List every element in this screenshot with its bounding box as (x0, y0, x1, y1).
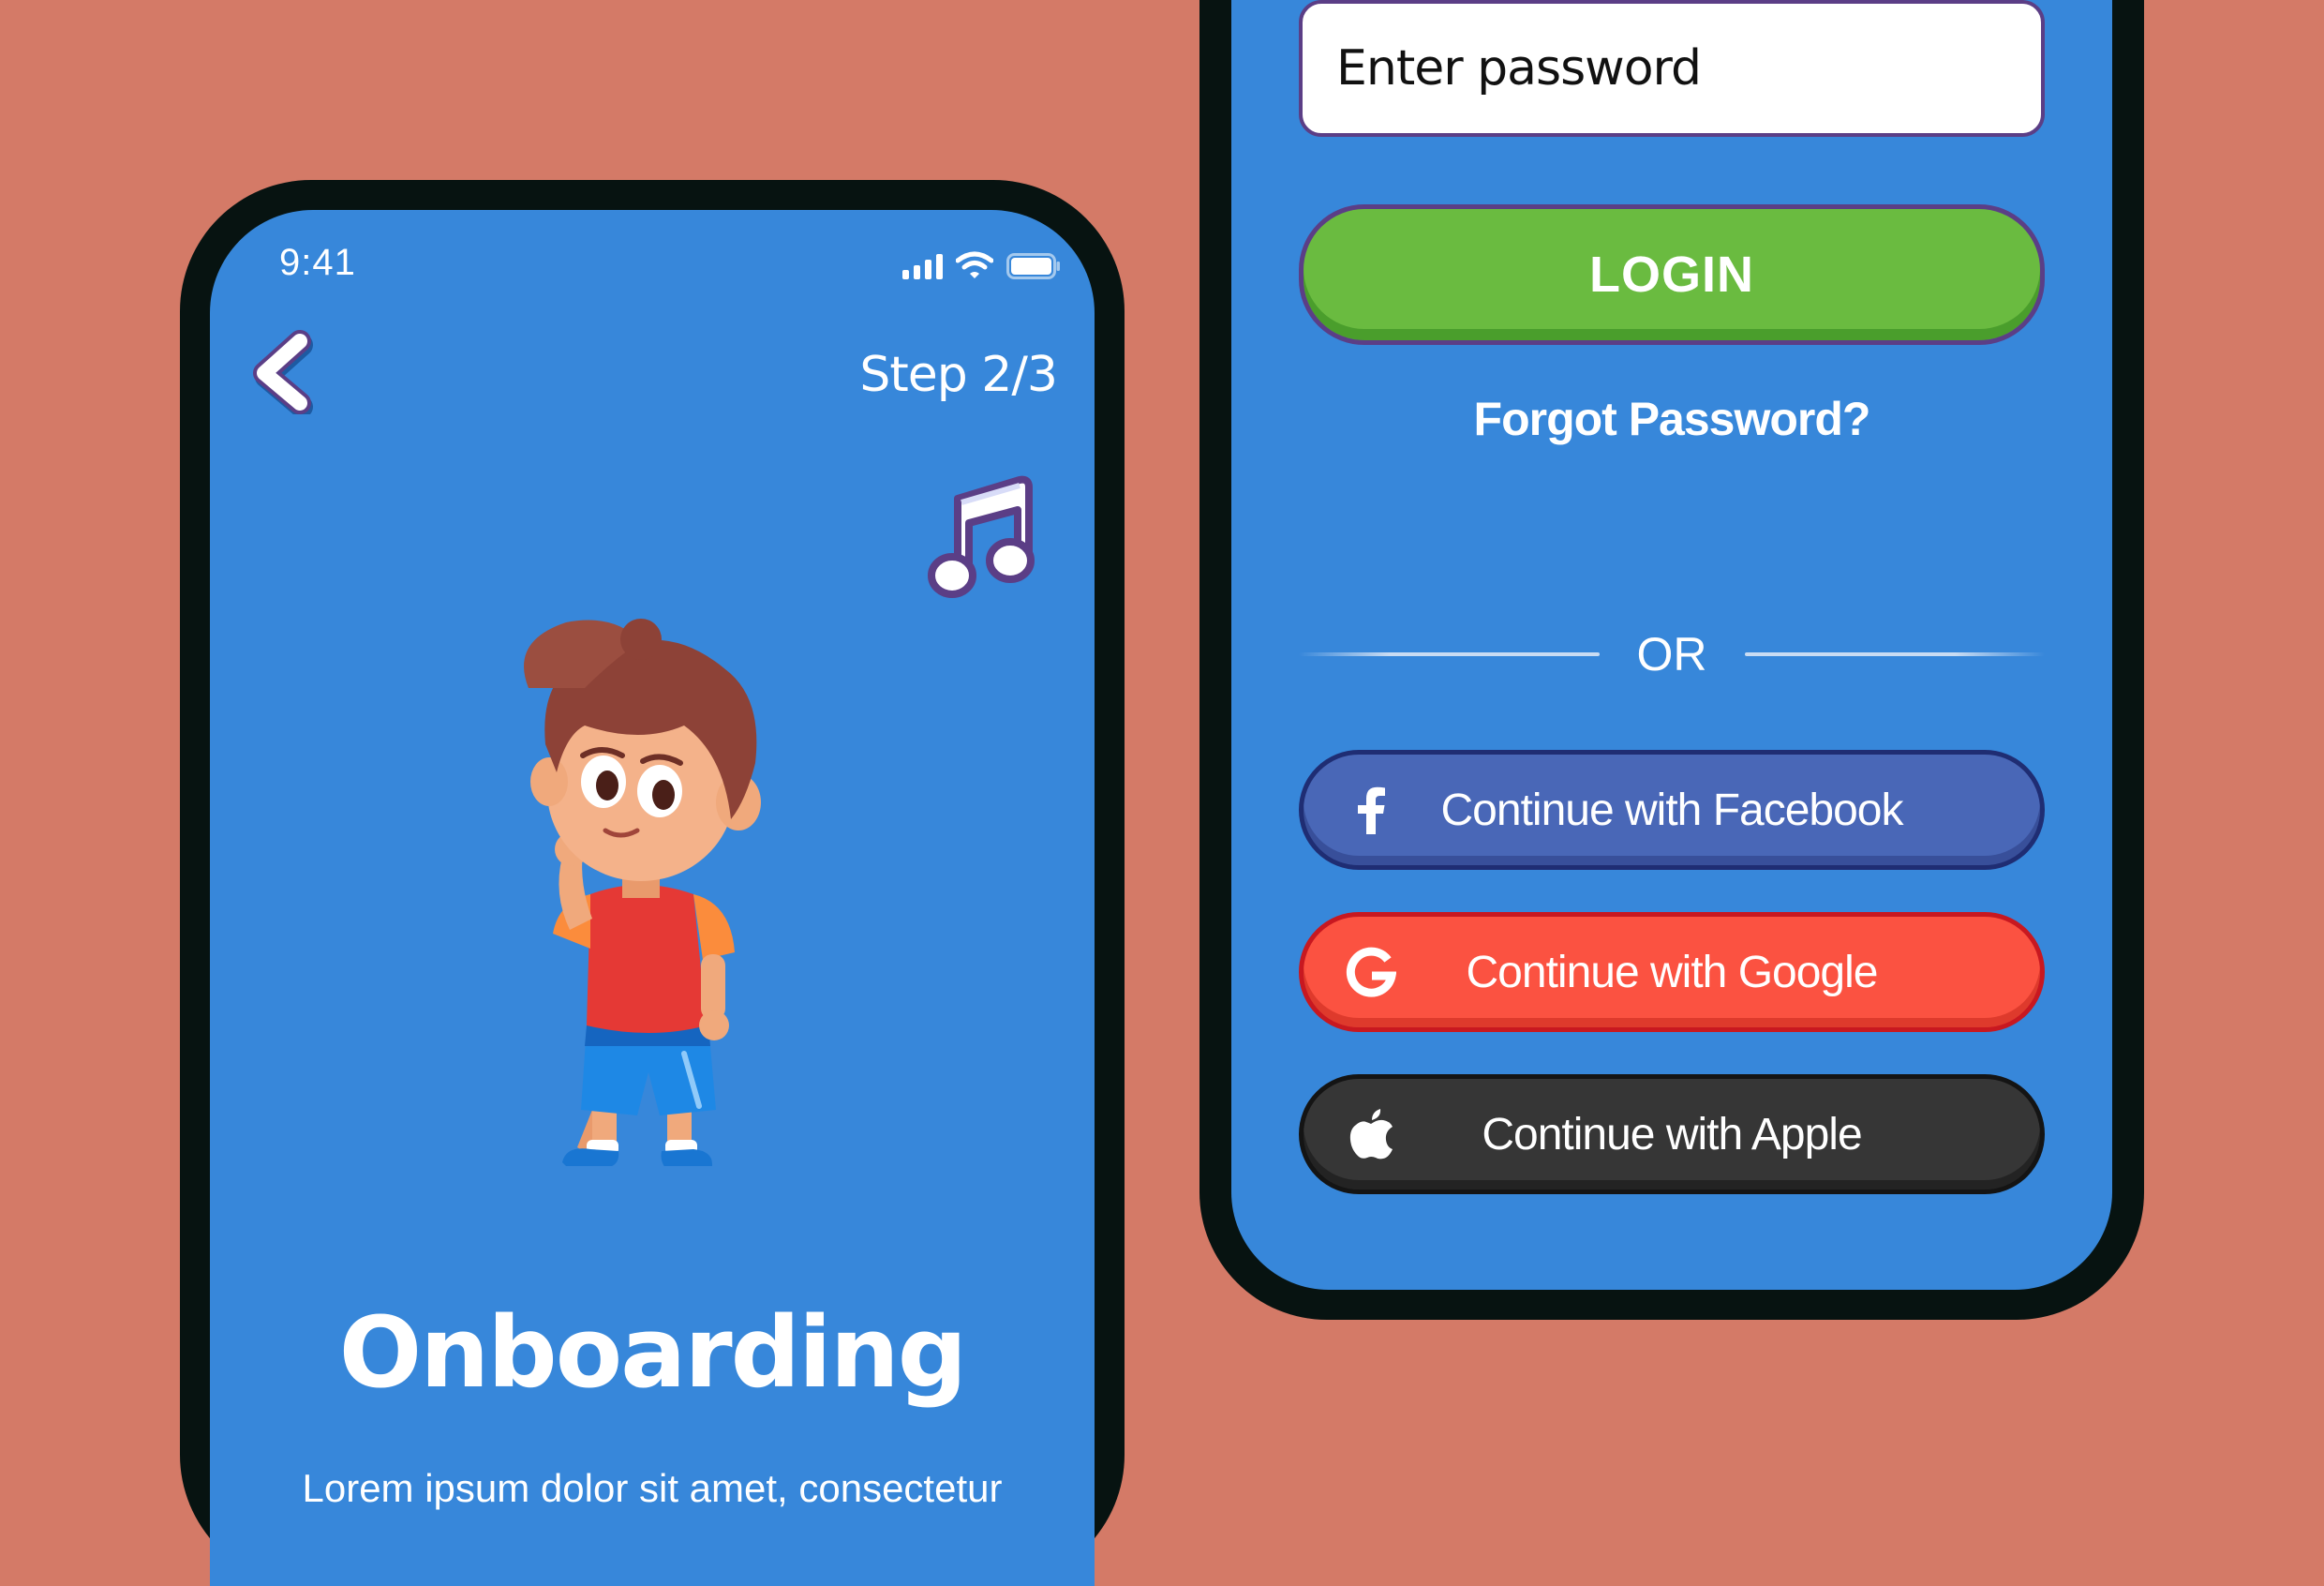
chevron-left-icon (253, 330, 313, 418)
continue-with-apple-button[interactable]: Continue with Apple (1299, 1074, 2045, 1194)
or-divider: OR (1299, 626, 2045, 682)
music-note-icon (928, 475, 1035, 598)
facebook-icon (1345, 784, 1397, 836)
wifi-icon (956, 251, 993, 279)
google-button-label: Continue with Google (1466, 947, 1879, 997)
login-button[interactable]: LOGIN (1299, 204, 2045, 345)
apple-icon (1345, 1108, 1397, 1160)
boy-illustration (524, 619, 761, 1166)
continue-with-facebook-button[interactable]: Continue with Facebook (1299, 750, 2045, 870)
password-input[interactable]: Enter password (1299, 0, 2045, 137)
continue-with-google-button[interactable]: Continue with Google (1299, 912, 2045, 1032)
signal-icon (902, 253, 943, 279)
onboarding-description: Lorem ipsum dolor sit amet, consectetur (302, 1466, 1003, 1510)
login-screen: Enter password LOGIN Forgot Password? OR… (1231, 0, 2112, 1290)
google-icon (1345, 946, 1397, 998)
onboarding-phone-frame: 9:41 Step 2/3 Onboarding Lorem ipsum dol… (180, 180, 1125, 1586)
onboarding-title: Onboarding (338, 1295, 967, 1410)
step-indicator: Step 2/3 (859, 347, 1058, 403)
facebook-button-label: Continue with Facebook (1440, 785, 1904, 835)
divider-line-right (1744, 652, 2045, 656)
onboarding-screen: 9:41 Step 2/3 Onboarding Lorem ipsum dol… (210, 210, 1095, 1586)
forgot-password-link[interactable]: Forgot Password? (1231, 392, 2112, 446)
battery-icon (1006, 253, 1061, 279)
or-label: OR (1636, 628, 1707, 681)
apple-button-label: Continue with Apple (1482, 1109, 1862, 1160)
divider-line-left (1299, 652, 1600, 656)
login-phone-frame: Enter password LOGIN Forgot Password? OR… (1199, 0, 2144, 1320)
back-button[interactable] (247, 330, 322, 418)
music-toggle-button[interactable] (928, 471, 1036, 598)
status-time: 9:41 (279, 242, 356, 283)
status-icons (902, 251, 1061, 279)
